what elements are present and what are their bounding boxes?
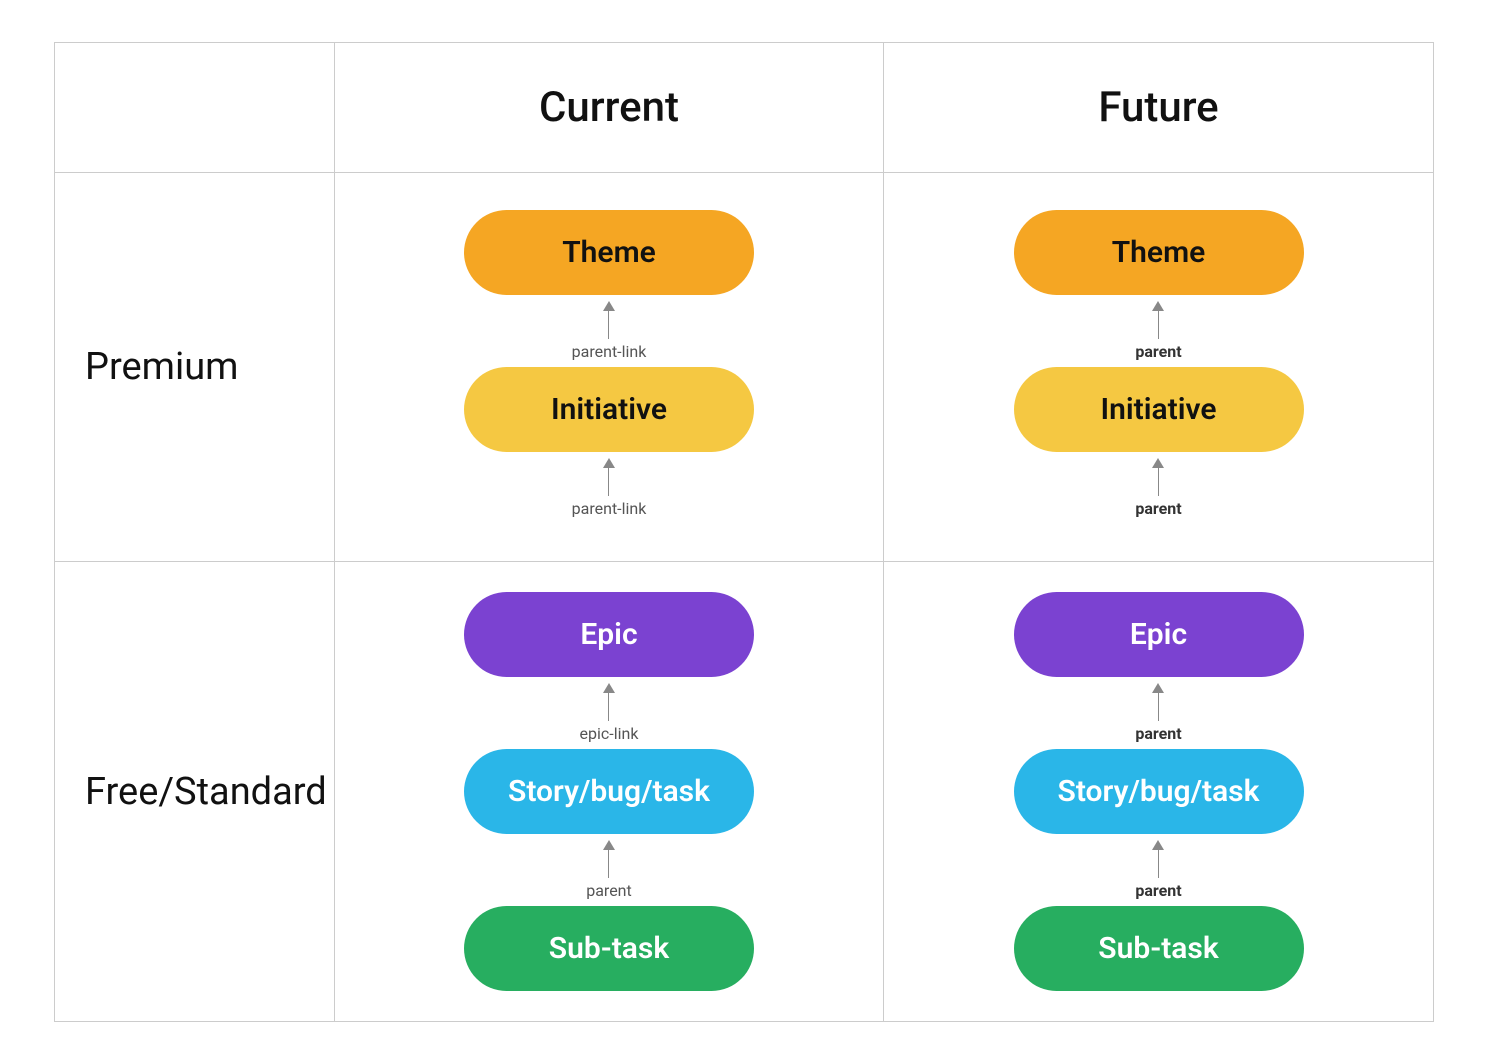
connector-initiative-epic-future: parent (1135, 458, 1181, 518)
arrowhead-icon-6 (603, 840, 615, 850)
header-current: Current (335, 43, 884, 173)
connector-label-parent-bold-3: parent (1135, 724, 1181, 743)
arrowhead-icon (603, 301, 615, 311)
row-label-free: Free/Standard (55, 562, 335, 1021)
pill-initiative-current: Initiative (464, 367, 754, 452)
pill-story-current: Story/bug/task (464, 749, 754, 834)
cell-premium-future: Theme parent Initiative parent (884, 173, 1433, 562)
diagram: Current Future Premium Theme parent-link… (54, 42, 1434, 1022)
header-future-title: Future (1098, 83, 1218, 132)
pill-subtask-current: Sub-task (464, 906, 754, 991)
arrow-shaft-4 (1158, 468, 1159, 496)
pill-theme-current: Theme (464, 210, 754, 295)
connector-label-parent-link-1: parent-link (572, 342, 647, 361)
pill-story-future: Story/bug/task (1014, 749, 1304, 834)
arrow-up-icon-3 (1152, 301, 1164, 339)
pill-epic-current: Epic (464, 592, 754, 677)
arrow-shaft-7 (1158, 693, 1159, 721)
connector-label-parent-bold-1: parent (1135, 342, 1181, 361)
connector-story-subtask-current: parent (586, 840, 632, 900)
free-label: Free/Standard (85, 770, 327, 814)
connector-epic-story-current: epic-link (580, 683, 639, 743)
cell-premium-current: Theme parent-link Initiative parent-link (335, 173, 884, 562)
arrowhead-icon-7 (1152, 683, 1164, 693)
connector-initiative-epic-current: parent-link (572, 458, 647, 518)
connector-label-parent-bold-2: parent (1135, 499, 1181, 518)
connector-label-epic-link: epic-link (580, 724, 639, 743)
arrow-shaft-2 (608, 468, 609, 496)
arrowhead-icon-4 (1152, 458, 1164, 468)
arrow-up-icon-7 (1152, 683, 1164, 721)
arrow-up-icon-5 (603, 683, 615, 721)
connector-theme-initiative-future: parent (1135, 301, 1181, 361)
arrow-shaft-6 (608, 850, 609, 878)
cell-free-future: Epic parent Story/bug/task parent Sub-ta… (884, 562, 1433, 1021)
arrowhead-icon-3 (1152, 301, 1164, 311)
pill-theme-future: Theme (1014, 210, 1304, 295)
arrow-up-icon-4 (1152, 458, 1164, 496)
pill-subtask-future: Sub-task (1014, 906, 1304, 991)
row-label-premium: Premium (55, 173, 335, 562)
arrow-shaft-3 (1158, 311, 1159, 339)
pill-initiative-future: Initiative (1014, 367, 1304, 452)
connector-label-parent: parent (586, 881, 632, 900)
connector-story-subtask-future: parent (1135, 840, 1181, 900)
arrowhead-icon-2 (603, 458, 615, 468)
header-empty (55, 43, 335, 173)
connector-epic-story-future: parent (1135, 683, 1181, 743)
cell-free-current: Epic epic-link Story/bug/task parent Sub… (335, 562, 884, 1021)
arrow-shaft-5 (608, 693, 609, 721)
arrow-up-icon (603, 301, 615, 339)
arrow-up-icon-2 (603, 458, 615, 496)
pill-epic-future: Epic (1014, 592, 1304, 677)
arrow-shaft-8 (1158, 850, 1159, 878)
header-future: Future (884, 43, 1433, 173)
connector-theme-initiative-current: parent-link (572, 301, 647, 361)
arrow-up-icon-8 (1152, 840, 1164, 878)
arrowhead-icon-5 (603, 683, 615, 693)
connector-label-parent-bold-4: parent (1135, 881, 1181, 900)
premium-label: Premium (85, 345, 238, 389)
connector-label-parent-link-2: parent-link (572, 499, 647, 518)
arrow-shaft (608, 311, 609, 339)
header-current-title: Current (539, 83, 679, 132)
arrow-up-icon-6 (603, 840, 615, 878)
arrowhead-icon-8 (1152, 840, 1164, 850)
